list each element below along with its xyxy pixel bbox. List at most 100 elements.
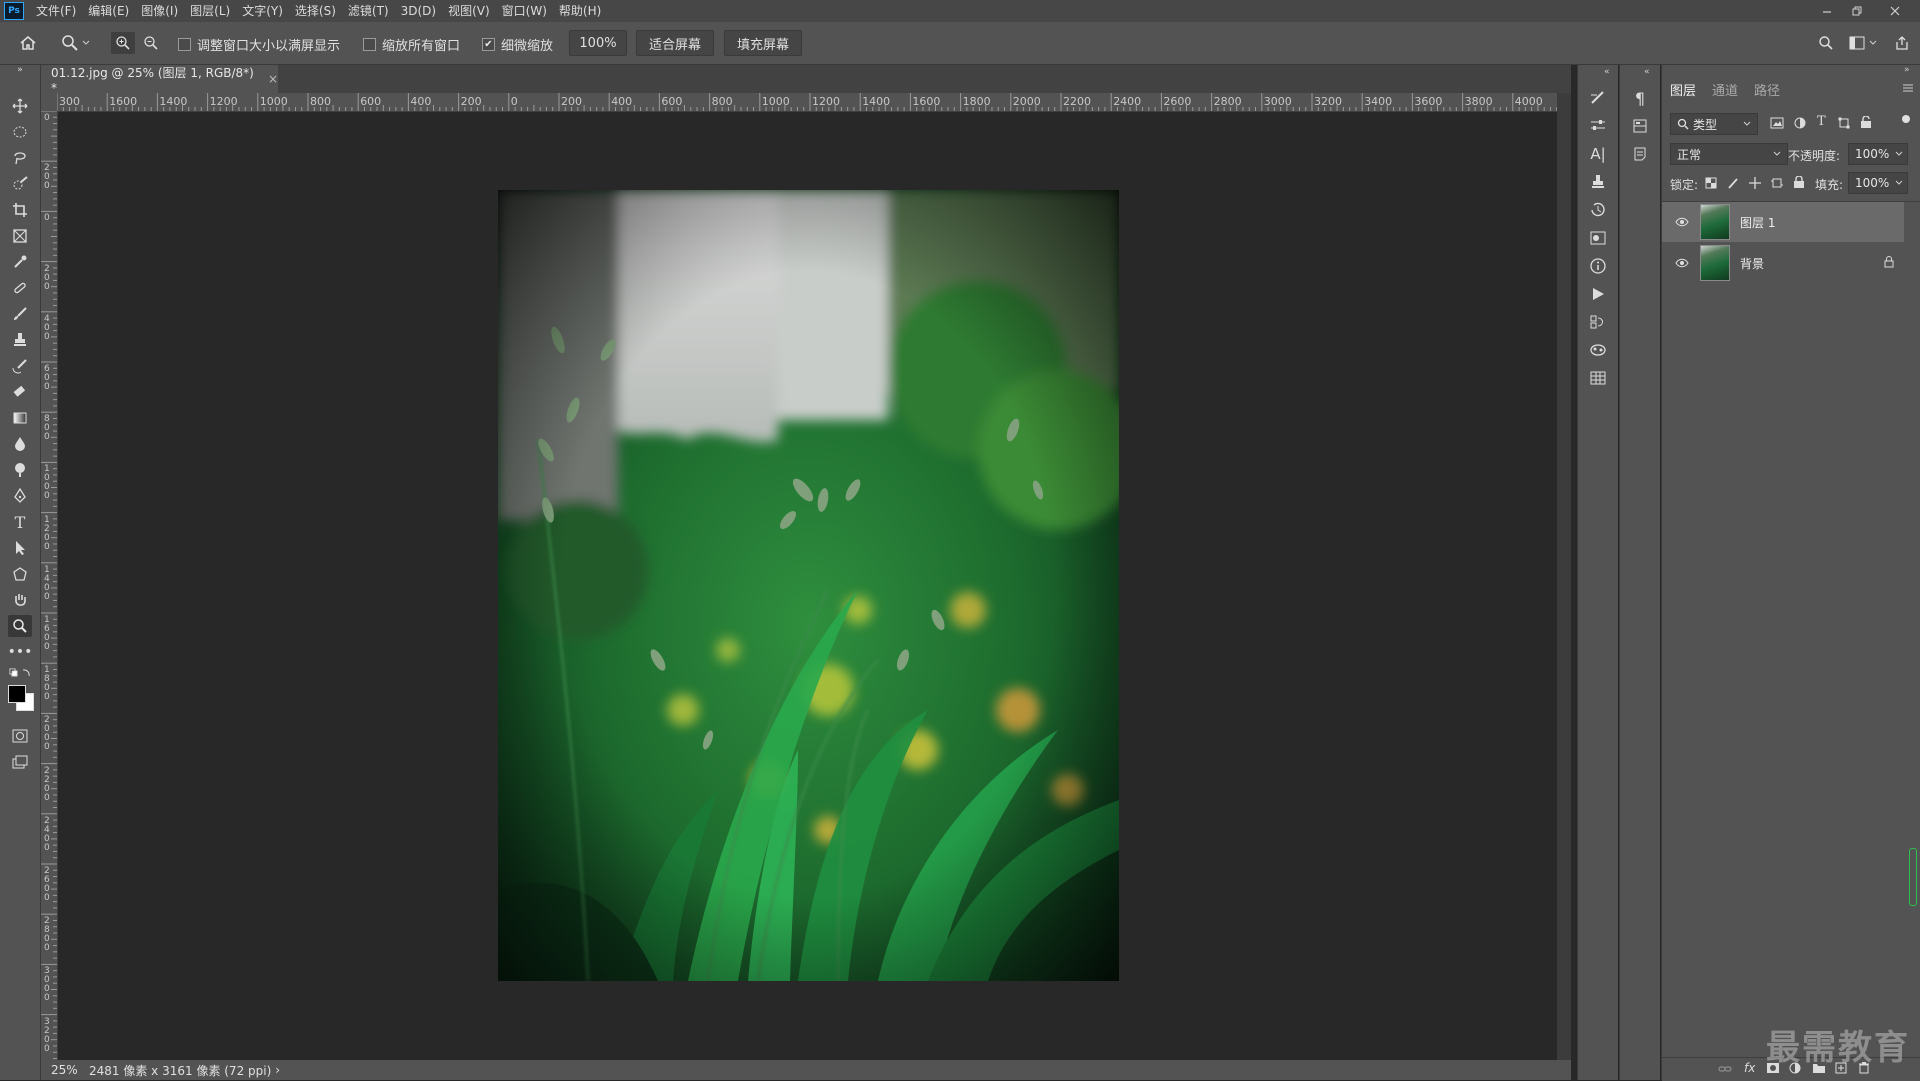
layer-row-background[interactable]: 背景 xyxy=(1662,243,1904,283)
menu-window[interactable]: 窗口(W) xyxy=(496,0,553,22)
zoom-tool-icon[interactable] xyxy=(8,615,32,637)
panel-menu-icon[interactable] xyxy=(1902,82,1914,96)
actions-play-icon[interactable] xyxy=(1587,283,1609,305)
shape-tool-icon[interactable] xyxy=(8,563,32,585)
menu-image[interactable]: 图像(I) xyxy=(135,0,184,22)
resize-windows-checkbox[interactable] xyxy=(178,38,191,51)
tab-layers[interactable]: 图层 xyxy=(1670,80,1696,99)
zoom-all-option[interactable]: 缩放所有窗口 xyxy=(363,35,460,54)
frame-tool-icon[interactable] xyxy=(8,225,32,247)
filter-shape-icon[interactable] xyxy=(1838,117,1850,132)
paths-icon[interactable] xyxy=(1587,311,1609,333)
lock-artboard-icon[interactable] xyxy=(1771,177,1783,192)
close-icon[interactable] xyxy=(1880,0,1910,22)
menu-view[interactable]: 视图(V) xyxy=(442,0,496,22)
quick-selection-tool-icon[interactable] xyxy=(8,173,32,195)
menu-file[interactable]: 文件(F) xyxy=(30,0,82,22)
info-icon[interactable] xyxy=(1587,255,1609,277)
vertical-scrollbar[interactable] xyxy=(1557,93,1571,1060)
ruler-corner[interactable] xyxy=(41,93,57,111)
workspace-icon[interactable] xyxy=(1847,33,1867,53)
layer-name[interactable]: 图层 1 xyxy=(1740,214,1775,231)
lock-transparent-icon[interactable] xyxy=(1705,177,1717,192)
panel-scroll-thumb[interactable] xyxy=(1909,848,1917,906)
dock2-collapse-icon[interactable]: « xyxy=(1644,67,1650,77)
character-icon[interactable]: A| xyxy=(1587,143,1609,165)
filter-toggle-icon[interactable] xyxy=(1902,115,1910,123)
brush-tool-icon[interactable] xyxy=(8,303,32,325)
menu-type[interactable]: 文字(Y) xyxy=(236,0,289,22)
lock-pixels-icon[interactable] xyxy=(1727,177,1739,192)
menu-layer[interactable]: 图层(L) xyxy=(184,0,236,22)
layer-thumbnail[interactable] xyxy=(1700,245,1730,281)
zoom-out-icon[interactable] xyxy=(141,33,161,53)
lasso-tool-icon[interactable] xyxy=(8,147,32,169)
scrubby-zoom-option[interactable]: ✔ 细微缩放 xyxy=(482,35,553,54)
3d-icon[interactable] xyxy=(1587,339,1609,361)
foreground-color-swatch[interactable] xyxy=(8,685,26,703)
zoom-all-checkbox[interactable] xyxy=(363,38,376,51)
zoom-tool-preset-icon[interactable] xyxy=(60,33,80,53)
pen-tool-icon[interactable] xyxy=(8,485,32,507)
history-brush-tool-icon[interactable] xyxy=(8,355,32,377)
layer-filter-kind-select[interactable]: 类型 xyxy=(1670,113,1758,135)
crop-tool-icon[interactable] xyxy=(8,199,32,221)
visibility-eye-icon[interactable] xyxy=(1674,258,1690,268)
tab-paths[interactable]: 路径 xyxy=(1754,80,1780,99)
default-colors-icon[interactable] xyxy=(8,665,32,681)
resize-windows-option[interactable]: 调整窗口大小以满屏显示 xyxy=(178,35,340,54)
tab-channels[interactable]: 通道 xyxy=(1712,80,1738,99)
status-menu-arrow-icon[interactable]: › xyxy=(275,1063,280,1077)
visibility-eye-icon[interactable] xyxy=(1674,217,1690,227)
type-tool-icon[interactable]: T xyxy=(8,511,32,533)
share-icon[interactable] xyxy=(1892,33,1912,53)
blend-mode-select[interactable]: 正常 xyxy=(1670,143,1788,165)
layer-thumbnail[interactable] xyxy=(1700,204,1730,240)
minimize-icon[interactable] xyxy=(1812,0,1842,22)
paragraph-icon[interactable]: ¶ xyxy=(1629,87,1651,109)
menu-3d[interactable]: 3D(D) xyxy=(395,0,442,22)
layer-name[interactable]: 背景 xyxy=(1740,255,1764,272)
quick-mask-icon[interactable] xyxy=(8,725,32,747)
menu-filter[interactable]: 滤镜(T) xyxy=(342,0,395,22)
horizontal-ruler[interactable]: 300 1600 1400 1200 1000 800 600 400 200 0 200 400 60… xyxy=(57,93,1557,112)
eyedropper-tool-icon[interactable] xyxy=(8,251,32,273)
chevron-down-icon[interactable] xyxy=(80,33,92,53)
restore-icon[interactable] xyxy=(1842,0,1872,22)
filter-smart-object-icon[interactable] xyxy=(1860,115,1872,132)
layers-collapse-icon[interactable]: » xyxy=(1904,65,1910,75)
move-tool-icon[interactable] xyxy=(8,95,32,117)
status-zoom[interactable]: 25% xyxy=(51,1063,85,1077)
filter-pixel-icon[interactable] xyxy=(1770,117,1784,132)
dock-collapse-icon[interactable]: « xyxy=(1604,67,1610,77)
menu-select[interactable]: 选择(S) xyxy=(289,0,342,22)
search-icon[interactable] xyxy=(1816,33,1836,53)
more-tools-icon[interactable]: ••• xyxy=(8,641,33,663)
collapse-arrows-icon[interactable]: » xyxy=(8,65,32,75)
filter-adjustment-icon[interactable] xyxy=(1794,117,1806,132)
workspace-chevron-icon[interactable] xyxy=(1867,33,1879,53)
hand-tool-icon[interactable] xyxy=(8,589,32,611)
screen-mode-icon[interactable] xyxy=(8,751,32,773)
healing-brush-tool-icon[interactable] xyxy=(8,277,32,299)
notes-icon[interactable] xyxy=(1629,143,1651,165)
lock-all-icon[interactable] xyxy=(1793,175,1805,192)
dodge-tool-icon[interactable] xyxy=(8,459,32,481)
path-selection-tool-icon[interactable] xyxy=(8,537,32,559)
marquee-tool-icon[interactable] xyxy=(8,121,32,143)
scrubby-zoom-checkbox[interactable]: ✔ xyxy=(482,38,495,51)
zoom-in-icon[interactable] xyxy=(111,32,135,54)
adjustments-icon[interactable] xyxy=(1587,227,1609,249)
layer-row-1[interactable]: 图层 1 xyxy=(1662,202,1904,242)
opacity-field[interactable]: 100% xyxy=(1848,143,1908,165)
lock-position-icon[interactable] xyxy=(1749,177,1761,192)
brush-settings-icon[interactable] xyxy=(1587,87,1609,109)
clone-source-icon[interactable] xyxy=(1587,171,1609,193)
menu-edit[interactable]: 编辑(E) xyxy=(82,0,135,22)
table-icon[interactable] xyxy=(1587,367,1609,389)
tab-close-icon[interactable]: × xyxy=(268,72,278,86)
vertical-ruler[interactable]: 0 2 0 0 0 2 0 0 4 0 0 6 0 0 8 0 0 1 0 0 0 1 2 0 … xyxy=(41,111,58,1061)
libraries-icon[interactable] xyxy=(1629,115,1651,137)
menu-help[interactable]: 帮助(H) xyxy=(553,0,607,22)
filter-type-icon[interactable]: T xyxy=(1817,114,1826,129)
